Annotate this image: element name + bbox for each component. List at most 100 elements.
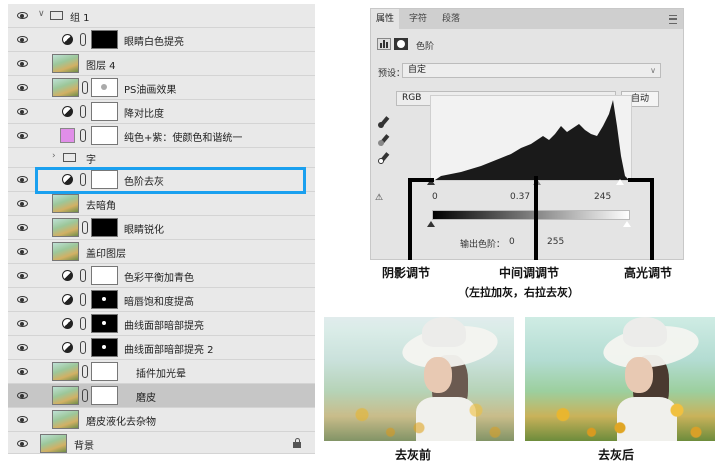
layer-mask-thumbnail[interactable] [91,218,118,237]
visibility-eye-icon[interactable] [17,132,28,139]
tab-paragraph[interactable]: 段落 [437,9,465,29]
layer-name: 纯色+紫：使颜色和谐统一 [124,133,243,144]
layer-row[interactable]: 眼睛锐化 [8,216,315,240]
chevron-down-icon[interactable]: ∨ [38,9,45,19]
chain-link-icon[interactable] [80,105,86,118]
visibility-eye-icon[interactable] [17,36,28,43]
visibility-eye-icon[interactable] [17,416,28,423]
visibility-eye-icon[interactable] [17,224,28,231]
layer-thumbnail[interactable] [40,434,67,453]
adjustment-layer-icon [62,342,73,353]
layer-row[interactable]: 磨皮液化去杂物 [8,408,315,432]
tab-properties[interactable]: 属性 [371,9,400,29]
layer-row[interactable]: 色彩平衡加青色 [8,264,315,288]
layer-thumbnail[interactable] [52,54,79,73]
chain-link-icon[interactable] [80,341,86,354]
output-black-slider[interactable] [427,221,435,227]
layer-row-background[interactable]: 背景 [8,432,315,454]
layer-thumbnail[interactable] [52,386,79,405]
output-white-slider[interactable] [623,221,631,227]
visibility-eye-icon[interactable] [17,296,28,303]
layer-row[interactable]: PS油画效果 [8,76,315,100]
chain-link-icon[interactable] [80,33,86,46]
input-black-value[interactable]: 0 [432,192,438,202]
layer-mask-thumbnail[interactable] [91,338,118,357]
visibility-eye-icon[interactable] [17,248,28,255]
layer-thumbnail[interactable] [52,218,79,237]
panel-menu-icon[interactable] [669,15,677,24]
input-white-value[interactable]: 245 [594,192,611,202]
layer-row-group-1[interactable]: ∨ 组 1 [8,4,315,28]
layer-row[interactable]: 曲线面部暗部提亮 [8,312,315,336]
clipping-warning-icon[interactable]: ⚠ [375,193,383,203]
chain-link-icon[interactable] [82,81,88,94]
visibility-eye-icon[interactable] [17,60,28,67]
chain-link-icon[interactable] [80,293,86,306]
chain-link-icon[interactable] [82,389,88,402]
layer-mask-thumbnail[interactable] [91,314,118,333]
layer-name: 图层 4 [86,61,116,72]
chain-link-icon[interactable] [82,365,88,378]
layer-mask-thumbnail[interactable] [91,30,118,49]
chevron-right-icon[interactable]: › [52,151,56,161]
visibility-eye-icon[interactable] [17,320,28,327]
black-eyedropper-icon[interactable] [377,116,390,128]
layer-mask-thumbnail[interactable] [91,266,118,285]
visibility-eye-icon[interactable] [17,392,28,399]
input-mid-value[interactable]: 0.37 [510,192,530,202]
layer-row[interactable]: 去暗角 [8,192,315,216]
adjustment-layer-icon [62,294,73,305]
layer-mask-thumbnail[interactable] [91,386,118,405]
layer-row[interactable]: 降对比度 [8,100,315,124]
layer-row[interactable]: 眼睛白色提亮 [8,28,315,52]
gray-eyedropper-icon[interactable] [377,134,390,146]
visibility-eye-icon[interactable] [17,200,28,207]
chain-link-icon[interactable] [80,129,86,142]
visibility-eye-icon[interactable] [17,272,28,279]
layer-mask-thumbnail[interactable] [91,290,118,309]
layer-row[interactable]: 曲线面部暗部提亮 2 [8,336,315,360]
chevron-down-icon: ∨ [650,66,656,75]
visibility-eye-icon[interactable] [17,108,28,115]
layers-panel: ∨ 组 1 眼睛白色提亮 图层 4 PS油画效果 降对比度 纯色+紫：使颜色和谐… [8,4,315,454]
white-eyedropper-icon[interactable] [377,152,390,164]
chain-link-icon[interactable] [80,317,86,330]
output-white-value[interactable]: 255 [547,237,564,247]
visibility-eye-icon[interactable] [17,12,28,19]
layer-row[interactable]: 盖印图层 [8,240,315,264]
visibility-eye-icon[interactable] [17,368,28,375]
chain-link-icon[interactable] [80,269,86,282]
input-white-slider[interactable] [616,179,624,185]
layer-thumbnail[interactable] [52,410,79,429]
visibility-eye-icon[interactable] [17,440,28,447]
layer-row[interactable]: 图层 4 [8,52,315,76]
output-black-value[interactable]: 0 [509,237,515,247]
layer-row[interactable]: 纯色+紫：使颜色和谐统一 [8,124,315,148]
preset-dropdown[interactable]: 自定 ∨ [402,63,661,78]
layer-thumbnail[interactable] [52,194,79,213]
layer-thumbnail[interactable] [52,362,79,381]
layer-thumbnail[interactable] [52,78,79,97]
layer-mask-thumbnail[interactable] [91,102,118,121]
layer-name: 色彩平衡加青色 [124,273,194,284]
visibility-eye-icon[interactable] [17,344,28,351]
layer-mask-thumbnail[interactable] [91,362,118,381]
layer-row-selected[interactable]: 磨皮 [8,384,315,408]
layer-name: 盖印图层 [86,249,126,260]
mask-icon[interactable] [394,38,408,50]
preset-label: 预设： [378,69,406,79]
layer-thumbnail[interactable] [52,242,79,261]
layer-name: 去暗角 [86,201,116,212]
chain-link-icon[interactable] [82,221,88,234]
layer-row[interactable]: 暗唇饱和度提高 [8,288,315,312]
layer-row[interactable]: 插件加光晕 [8,360,315,384]
layer-mask-thumbnail[interactable] [91,126,118,145]
layer-row-group[interactable]: › 字 [8,148,315,168]
visibility-eye-icon[interactable] [17,84,28,91]
color-fill-swatch[interactable] [60,128,75,143]
layer-name: 降对比度 [124,109,164,120]
visibility-eye-icon[interactable] [17,176,28,183]
histogram [430,95,632,181]
tab-character[interactable]: 字符 [404,9,432,29]
layer-mask-thumbnail[interactable] [91,78,118,97]
